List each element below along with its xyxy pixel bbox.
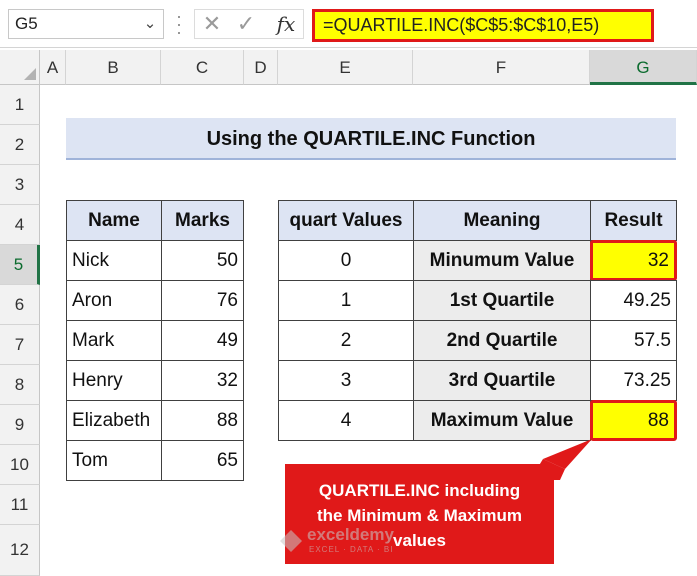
name-box-dropdown-icon[interactable]: ⌄ — [140, 9, 160, 39]
watermark-icon — [280, 530, 302, 552]
row-header-12[interactable]: 12 — [0, 525, 40, 576]
meaning-cell[interactable]: 3rd Quartile — [413, 360, 591, 401]
quart-cell[interactable]: 2 — [278, 320, 414, 361]
column-header-a[interactable]: A — [40, 50, 66, 85]
row-header-11[interactable]: 11 — [0, 485, 40, 525]
column-header-d[interactable]: D — [244, 50, 278, 85]
marks-cell[interactable]: 76 — [161, 280, 244, 321]
column-header-c[interactable]: C — [161, 50, 244, 85]
watermark-brand: exceldemy — [307, 525, 394, 544]
result-cell[interactable]: 73.25 — [590, 360, 677, 401]
name-cell[interactable]: Elizabeth — [66, 400, 162, 441]
name-cell[interactable]: Aron — [66, 280, 162, 321]
row-header-5[interactable]: 5 — [0, 245, 40, 285]
watermark-logo: exceldemy EXCEL · DATA · BI — [275, 523, 435, 563]
row-header-7[interactable]: 7 — [0, 325, 40, 365]
row-header-2[interactable]: 2 — [0, 125, 40, 165]
marks-cell[interactable]: 50 — [161, 240, 244, 281]
row-header-10[interactable]: 10 — [0, 445, 40, 485]
quart-header-meaning[interactable]: Meaning — [413, 200, 591, 241]
name-cell[interactable]: Tom — [66, 440, 162, 481]
name-cell[interactable]: Henry — [66, 360, 162, 401]
row-header-9[interactable]: 9 — [0, 405, 40, 445]
meaning-cell[interactable]: 1st Quartile — [413, 280, 591, 321]
quart-cell[interactable]: 4 — [278, 400, 414, 441]
column-header-e[interactable]: E — [278, 50, 413, 85]
formula-input[interactable]: =QUARTILE.INC($C$5:$C$10,E5) — [312, 9, 654, 42]
marks-cell[interactable]: 49 — [161, 320, 244, 361]
column-header-f[interactable]: F — [413, 50, 590, 85]
callout-line-1: QUARTILE.INC including — [318, 481, 521, 500]
name-cell[interactable]: Nick — [66, 240, 162, 281]
row-header-6[interactable]: 6 — [0, 285, 40, 325]
result-cell[interactable]: 49.25 — [590, 280, 677, 321]
marks-header-marks[interactable]: Marks — [161, 200, 244, 241]
row-header-8[interactable]: 8 — [0, 365, 40, 405]
quart-cell[interactable]: 3 — [278, 360, 414, 401]
insert-function-icon[interactable]: fx — [272, 10, 300, 38]
cancel-icon[interactable]: ✕ — [198, 10, 226, 38]
row-header-4[interactable]: 4 — [0, 205, 40, 245]
meaning-cell[interactable]: 2nd Quartile — [413, 320, 591, 361]
quart-cell[interactable]: 1 — [278, 280, 414, 321]
sheet-title[interactable]: Using the QUARTILE.INC Function — [66, 118, 676, 160]
row-header-1[interactable]: 1 — [0, 85, 40, 125]
column-header-g[interactable]: G — [590, 50, 697, 85]
result-cell-selected[interactable]: 32 — [590, 240, 677, 281]
quart-header-values[interactable]: quart Values — [278, 200, 414, 241]
row-header-3[interactable]: 3 — [0, 165, 40, 205]
meaning-cell[interactable]: Minumum Value — [413, 240, 591, 281]
marks-cell[interactable]: 65 — [161, 440, 244, 481]
enter-icon[interactable]: ✓ — [232, 10, 260, 38]
marks-cell[interactable]: 32 — [161, 360, 244, 401]
watermark-tagline: EXCEL · DATA · BI — [309, 545, 394, 554]
result-cell-max[interactable]: 88 — [590, 400, 677, 441]
name-cell[interactable]: Mark — [66, 320, 162, 361]
quart-header-result[interactable]: Result — [590, 200, 677, 241]
formula-bar-grip-icon: · · · — [176, 6, 182, 42]
quart-cell[interactable]: 0 — [278, 240, 414, 281]
column-header-b[interactable]: B — [66, 50, 161, 85]
select-all-icon — [24, 68, 36, 80]
marks-header-name[interactable]: Name — [66, 200, 162, 241]
marks-cell[interactable]: 88 — [161, 400, 244, 441]
result-cell[interactable]: 57.5 — [590, 320, 677, 361]
